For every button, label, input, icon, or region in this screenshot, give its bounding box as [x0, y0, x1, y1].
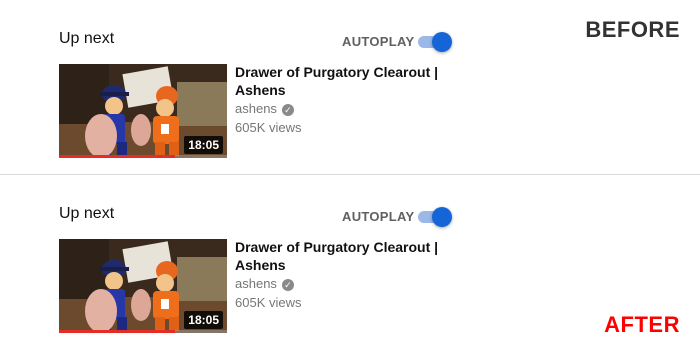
- before-label: BEFORE: [585, 17, 680, 42]
- watch-progress-fill: [59, 155, 175, 158]
- autoplay-toggle-knob: [432, 207, 452, 227]
- autoplay-toggle-knob: [432, 32, 452, 52]
- autoplay-toggle[interactable]: [416, 206, 452, 228]
- check-circle-icon: ✓: [281, 104, 294, 116]
- autoplay-toggle[interactable]: [416, 31, 452, 53]
- channel-name-text: ashens: [235, 276, 277, 291]
- video-thumbnail[interactable]: 18:05: [59, 239, 227, 333]
- channel-name[interactable]: ashens ✓: [235, 101, 294, 116]
- autoplay-label: AUTOPLAY: [342, 209, 415, 224]
- video-thumbnail[interactable]: 18:05: [59, 64, 227, 158]
- after-panel: Up next AUTOPLAY 18:05 Drawer of Purgato…: [0, 175, 700, 349]
- before-panel: Up next AUTOPLAY 18:05 Drawer of Purgato…: [0, 0, 700, 174]
- video-duration: 18:05: [184, 311, 223, 329]
- watch-progress-fill: [59, 330, 175, 333]
- after-label: AFTER: [604, 312, 680, 337]
- check-circle-icon: ✓: [281, 279, 294, 291]
- video-title[interactable]: Drawer of Purgatory Clearout | Ashens: [235, 63, 455, 99]
- up-next-heading: Up next: [59, 205, 115, 222]
- view-count: 605K views: [235, 120, 302, 135]
- channel-name[interactable]: ashens ✓: [235, 276, 294, 291]
- video-title[interactable]: Drawer of Purgatory Clearout | Ashens: [235, 238, 455, 274]
- watch-progress-bar: [59, 155, 227, 158]
- video-duration: 18:05: [184, 136, 223, 154]
- view-count: 605K views: [235, 295, 302, 310]
- up-next-heading: Up next: [59, 30, 115, 47]
- watch-progress-bar: [59, 330, 227, 333]
- autoplay-label: AUTOPLAY: [342, 34, 415, 49]
- channel-name-text: ashens: [235, 101, 277, 116]
